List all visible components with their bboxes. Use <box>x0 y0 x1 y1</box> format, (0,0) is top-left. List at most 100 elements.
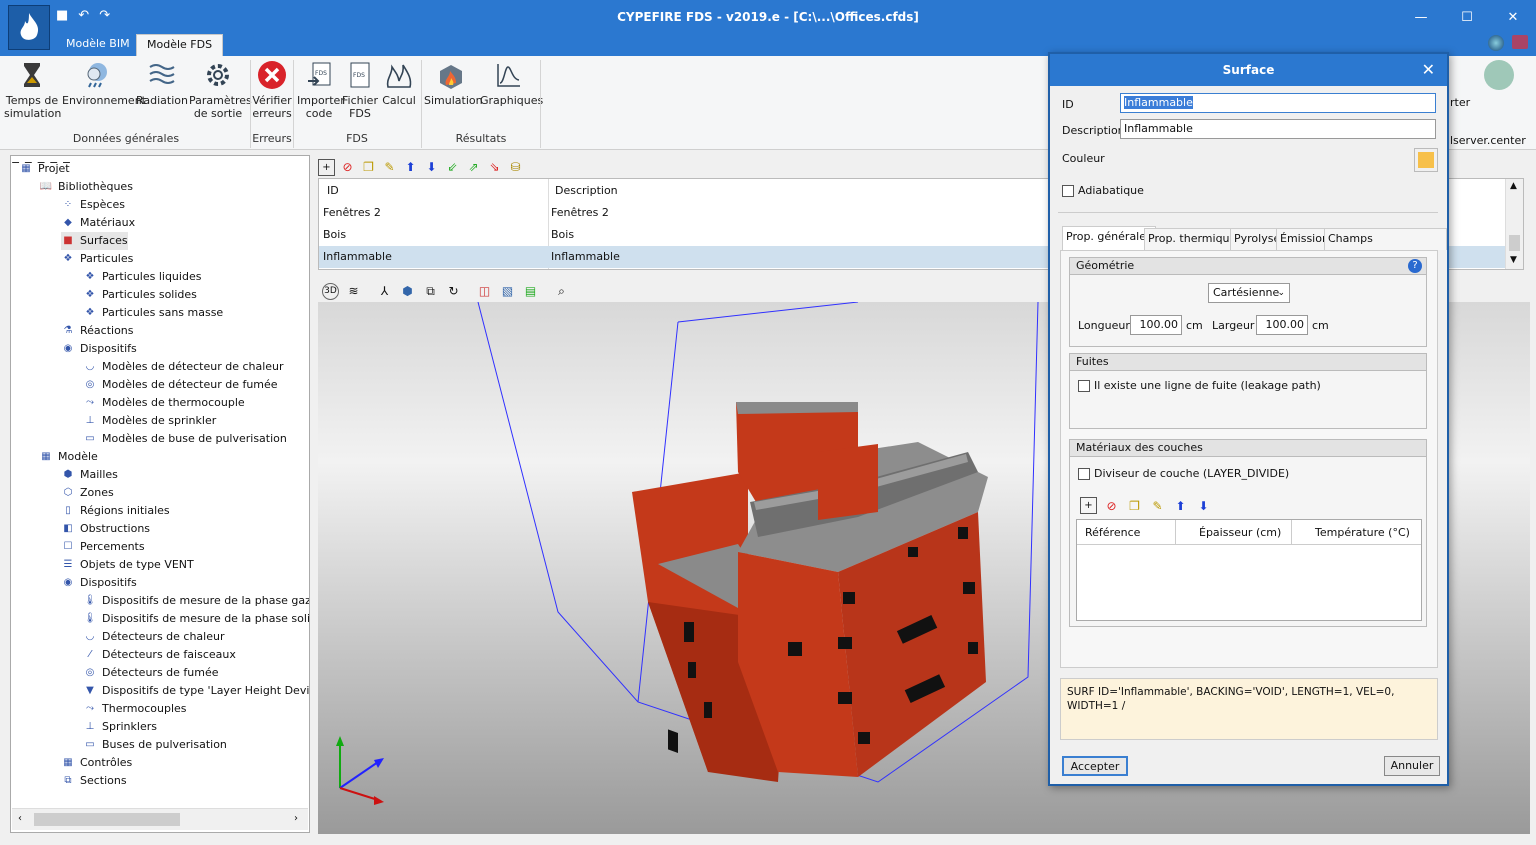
scroll-thumb[interactable] <box>1509 235 1520 251</box>
close-icon[interactable]: ✕ <box>1490 4 1536 32</box>
tree-node-heat-detectors[interactable]: ◡ Détecteurs de chaleur <box>83 628 225 646</box>
move-down-icon[interactable]: ⬇ <box>1195 497 1212 514</box>
edit-icon[interactable]: ✎ <box>381 159 398 176</box>
tree-node-zones[interactable]: ⬡ Zones <box>61 484 114 502</box>
save-icon[interactable]: ■ <box>56 8 68 23</box>
scroll-right-icon[interactable]: › <box>294 813 298 824</box>
length-field[interactable]: 100.00 <box>1130 315 1182 335</box>
help-book-icon[interactable] <box>1512 35 1528 49</box>
column-header-description[interactable]: Description <box>555 180 618 202</box>
copy-icon[interactable]: ❐ <box>360 159 377 176</box>
width-field[interactable]: 100.00 <box>1256 315 1308 335</box>
leakage-path-checkbox[interactable]: Il existe une ligne de fuite (leakage pa… <box>1078 379 1321 392</box>
undo-icon[interactable]: ↶ <box>78 8 89 23</box>
export-icon[interactable]: ⇗ <box>465 159 482 176</box>
help-icon[interactable]: ? <box>1408 259 1422 273</box>
copy-icon[interactable]: ❐ <box>1126 497 1143 514</box>
column-header-reference[interactable]: Référence <box>1085 526 1140 539</box>
tree-node-thermocouple-models[interactable]: ⤳ Modèles de thermocouple <box>83 394 245 412</box>
tree-node-species[interactable]: ⁘ Espèces <box>61 196 125 214</box>
delete-icon[interactable]: ⊘ <box>1103 497 1120 514</box>
scroll-up-icon[interactable]: ▲ <box>1510 181 1517 191</box>
id-field[interactable]: Inflammable <box>1120 93 1436 113</box>
tree-node-devices-lib[interactable]: ◉ Dispositifs <box>61 340 137 358</box>
calculation-button[interactable]: Calcul <box>380 60 418 107</box>
tree-node-devices[interactable]: ◉ Dispositifs <box>61 574 137 592</box>
column-header-temperature[interactable]: Température (°C) <box>1315 526 1410 539</box>
tree-node-liquid-particles[interactable]: ❖ Particules liquides <box>83 268 202 286</box>
scroll-thumb[interactable] <box>34 813 180 826</box>
rotate-icon[interactable]: ↻ <box>445 283 462 300</box>
tree-node-sprinklers[interactable]: ⊥ Sprinklers <box>83 718 157 736</box>
tree-node-beam-detectors[interactable]: ⁄ Détecteurs de faisceaux <box>83 646 236 664</box>
redo-icon[interactable]: ↷ <box>99 8 110 23</box>
simulation-button[interactable]: Simulation <box>424 60 483 107</box>
view-3d-icon[interactable]: 3D <box>322 282 339 300</box>
tree-horizontal-scrollbar[interactable]: ‹ › <box>12 808 308 830</box>
color-picker[interactable] <box>1414 148 1438 172</box>
zoom-icon[interactable]: ⌕ <box>553 283 570 300</box>
edit-icon[interactable]: ✎ <box>1149 497 1166 514</box>
app-logo-icon[interactable] <box>8 5 50 50</box>
tree-node-particles[interactable]: ❖ Particules <box>61 250 134 268</box>
checkbox-icon[interactable] <box>1078 380 1090 392</box>
tree-node-massless-particles[interactable]: ❖ Particules sans masse <box>83 304 224 322</box>
geometry-type-select[interactable]: Cartésienne ⌄ <box>1208 283 1290 303</box>
import-icon[interactable]: ⇙ <box>444 159 461 176</box>
tree-node-vents[interactable]: ☰ Objets de type VENT <box>61 556 194 574</box>
cube-icon[interactable]: ⬢ <box>399 283 416 300</box>
tree-node-controls[interactable]: ▦ Contrôles <box>61 754 132 772</box>
simulation-time-button[interactable]: Temps de simulation <box>4 60 61 120</box>
cancel-button[interactable]: Annuler <box>1384 756 1440 776</box>
layers-icon[interactable]: ≋ <box>345 283 362 300</box>
scroll-left-icon[interactable]: ‹ <box>18 813 22 824</box>
tree-node-nozzle-models[interactable]: ▭ Modèles de buse de pulverisation <box>83 430 287 448</box>
tree-node-project[interactable]: ▦ Projet <box>19 160 69 178</box>
description-field[interactable]: Inflammable <box>1120 119 1436 139</box>
move-up-icon[interactable]: ⬆ <box>1172 497 1189 514</box>
tree-node-sections[interactable]: ⧉ Sections <box>61 772 126 790</box>
display-icon[interactable]: ▤ <box>522 283 539 300</box>
tree-node-solid-phase-devices[interactable]: 🌡 Dispositifs de mesure de la phase solid… <box>83 610 309 628</box>
accept-button[interactable]: Accepter <box>1062 756 1128 776</box>
tree-node-smoke-detectors[interactable]: ◎ Détecteurs de fumée <box>83 664 219 682</box>
tree-node-reactions[interactable]: ⚗ Réactions <box>61 322 134 340</box>
radiation-button[interactable]: Radiation <box>136 60 188 107</box>
tab-fds-model[interactable]: Modèle FDS <box>136 34 224 56</box>
environment-button[interactable]: Environnement <box>62 60 146 107</box>
tree-node-smoke-detector-models[interactable]: ◎ Modèles de détecteur de fumée <box>83 376 278 394</box>
user-status-icon[interactable] <box>1484 60 1514 90</box>
tree-node-solid-particles[interactable]: ❖ Particules solides <box>83 286 197 304</box>
cube-section-icon[interactable]: ⧉ <box>422 283 439 300</box>
scroll-down-icon[interactable]: ▼ <box>1510 255 1517 265</box>
tree-node-surfaces[interactable]: ■ Surfaces <box>61 232 128 250</box>
table-vertical-scrollbar[interactable]: ▲ ▼ <box>1505 179 1523 269</box>
add-icon[interactable]: + <box>1080 497 1097 514</box>
column-header-id[interactable]: ID <box>327 180 339 202</box>
tab-additional-fields[interactable]: Champs additionnels <box>1324 228 1447 265</box>
tree-node-model[interactable]: ▦ Modèle <box>39 448 98 466</box>
column-header-thickness[interactable]: Épaisseur (cm) <box>1199 526 1281 539</box>
move-down-icon[interactable]: ⬇ <box>423 159 440 176</box>
delete-icon[interactable]: ⊘ <box>339 159 356 176</box>
check-errors-button[interactable]: Vérifier erreurs <box>252 60 292 120</box>
tree-node-holes[interactable]: ☐ Percements <box>61 538 145 556</box>
tree-node-sprinkler-models[interactable]: ⊥ Modèles de sprinkler <box>83 412 217 430</box>
dialog-close-icon[interactable]: ✕ <box>1422 54 1435 86</box>
maximize-icon[interactable]: ☐ <box>1444 4 1490 32</box>
axes-icon[interactable]: ⅄ <box>376 283 393 300</box>
globe-icon[interactable] <box>1488 35 1504 51</box>
tree-node-initial-regions[interactable]: ▯ Régions initiales <box>61 502 169 520</box>
library-icon[interactable]: ⛁ <box>507 159 524 176</box>
tree-node-obstructions[interactable]: ◧ Obstructions <box>61 520 150 538</box>
tree-node-meshes[interactable]: ⬢ Mailles <box>61 466 118 484</box>
tree-node-libraries[interactable]: 📖 Bibliothèques <box>39 178 133 196</box>
checkbox-icon[interactable] <box>1062 185 1074 197</box>
tree-node-thermocouples[interactable]: ⤳ Thermocouples <box>83 700 187 718</box>
add-icon[interactable]: + <box>318 158 335 176</box>
fds-file-button[interactable]: FDS Fichier FDS <box>342 60 378 120</box>
plane-icon[interactable]: ◫ <box>476 283 493 300</box>
import-code-button[interactable]: FDS Importer code <box>297 60 345 120</box>
charts-button[interactable]: Graphiques <box>480 60 543 107</box>
tree-node-gas-phase-devices[interactable]: 🌡 Dispositifs de mesure de la phase gazeu… <box>83 592 309 610</box>
